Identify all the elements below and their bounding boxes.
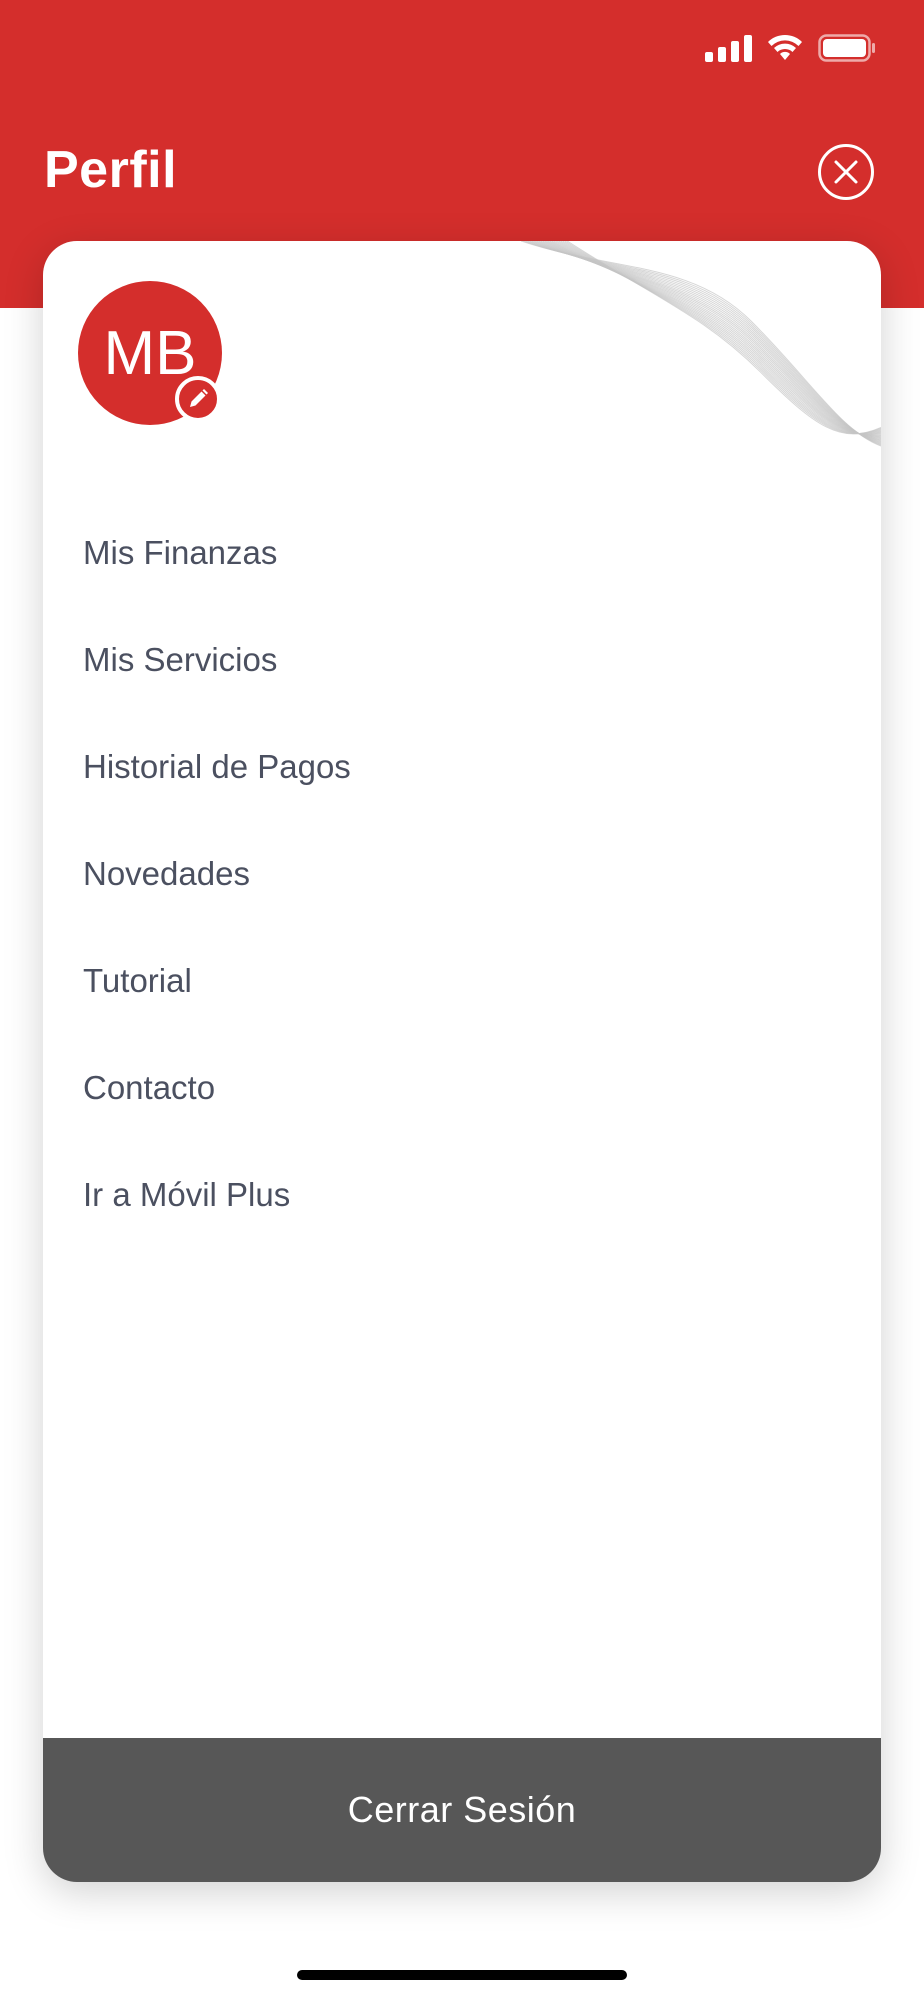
profile-menu: Mis Finanzas Mis Servicios Historial de …	[83, 499, 843, 1248]
status-bar	[0, 0, 924, 100]
signal-icon	[705, 34, 752, 62]
menu-item-tutorial[interactable]: Tutorial	[83, 927, 843, 1034]
menu-item-historial-de-pagos[interactable]: Historial de Pagos	[83, 713, 843, 820]
profile-card: MB Mis Finanzas Mis Servicios Historial …	[43, 241, 881, 1882]
menu-item-mis-finanzas[interactable]: Mis Finanzas	[83, 499, 843, 606]
page-title: Perfil	[44, 141, 178, 199]
edit-avatar-button[interactable]	[175, 376, 221, 422]
battery-icon	[818, 34, 876, 62]
home-indicator	[297, 1970, 627, 1980]
menu-item-novedades[interactable]: Novedades	[83, 820, 843, 927]
logout-button[interactable]: Cerrar Sesión	[43, 1738, 881, 1882]
menu-item-ir-a-movil-plus[interactable]: Ir a Móvil Plus	[83, 1141, 843, 1248]
pencil-icon	[190, 389, 208, 407]
close-icon	[834, 160, 858, 184]
wifi-icon	[766, 34, 804, 62]
close-button[interactable]	[818, 144, 874, 200]
menu-item-contacto[interactable]: Contacto	[83, 1034, 843, 1141]
decorative-wave	[521, 241, 881, 447]
status-icons	[705, 34, 876, 62]
menu-item-mis-servicios[interactable]: Mis Servicios	[83, 606, 843, 713]
